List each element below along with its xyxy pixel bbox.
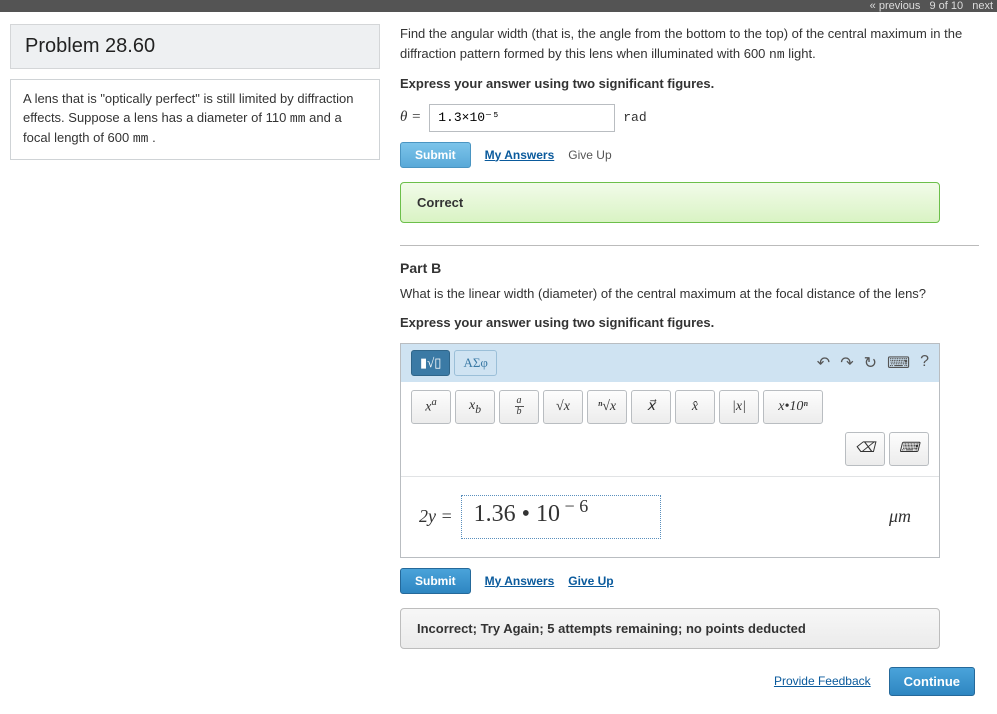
eq-btn-nroot[interactable]: ⁿ√x — [587, 390, 627, 424]
keyboard-icon[interactable]: ⌨ — [887, 353, 910, 373]
eq-btn-backspace[interactable]: ⌫ — [845, 432, 885, 466]
reset-icon[interactable]: ↻ — [864, 353, 877, 373]
eq-btn-scientific[interactable]: x•10ⁿ — [763, 390, 823, 424]
undo-icon[interactable]: ↶ — [817, 353, 830, 373]
partb-instruction: Express your answer using two significan… — [400, 313, 979, 333]
partb-give-up-link[interactable]: Give Up — [568, 574, 613, 588]
parta-prompt: Find the angular width (that is, the ang… — [400, 24, 979, 64]
problem-title: Problem 28.60 — [10, 24, 380, 69]
parta-unit: rad — [623, 110, 646, 125]
eq-btn-hat[interactable]: x̂ — [675, 390, 715, 424]
nav-next[interactable]: next — [972, 0, 993, 12]
parta-answer-input[interactable] — [429, 104, 615, 132]
eq-btn-superscript[interactable]: xa — [411, 390, 451, 424]
help-icon[interactable]: ? — [920, 353, 929, 373]
eq-btn-subscript[interactable]: xb — [455, 390, 495, 424]
eq-btn-sqrt[interactable]: √x — [543, 390, 583, 424]
eq-btn-keyboard[interactable]: ⌨ — [889, 432, 929, 466]
partb-submit-button[interactable]: Submit — [400, 568, 471, 594]
partb-answer-input[interactable]: 1.36 • 10 − 6 — [461, 495, 661, 539]
eq-btn-vector[interactable]: x⃗ — [631, 390, 671, 424]
partb-unit: μm — [889, 506, 921, 527]
parta-variable: θ = — [400, 109, 421, 126]
redo-icon[interactable]: ↷ — [840, 353, 853, 373]
partb-feedback-incorrect: Incorrect; Try Again; 5 attempts remaini… — [400, 608, 940, 649]
parta-give-up-link[interactable]: Give Up — [568, 148, 611, 162]
partb-title: Part B — [400, 260, 979, 276]
partb-my-answers-link[interactable]: My Answers — [485, 574, 555, 588]
parta-instruction: Express your answer using two significan… — [400, 74, 979, 94]
nav-progress: 9 of 10 — [930, 0, 964, 12]
parta-submit-button[interactable]: Submit — [400, 142, 471, 168]
eq-tab-templates[interactable]: ▮√▯ — [411, 350, 450, 376]
partb-prompt: What is the linear width (diameter) of t… — [400, 284, 979, 304]
eq-btn-fraction[interactable]: ab — [499, 390, 539, 424]
top-nav: « previous 9 of 10 next — [0, 0, 997, 12]
nav-previous[interactable]: « previous — [870, 0, 921, 12]
provide-feedback-link[interactable]: Provide Feedback — [774, 674, 871, 688]
partb-variable: 2y = — [419, 506, 453, 527]
problem-context: A lens that is "optically perfect" is st… — [10, 79, 380, 160]
eq-tab-greek[interactable]: ΑΣφ — [454, 350, 496, 376]
parta-feedback-correct: Correct — [400, 182, 940, 223]
continue-button[interactable]: Continue — [889, 667, 975, 696]
equation-editor: ▮√▯ ΑΣφ ↶ ↷ ↻ ⌨ ? xa xb ab √x ⁿ√x x⃗ x̂ — [400, 343, 940, 558]
section-divider — [400, 245, 979, 246]
eq-btn-abs[interactable]: |x| — [719, 390, 759, 424]
parta-my-answers-link[interactable]: My Answers — [485, 148, 555, 162]
